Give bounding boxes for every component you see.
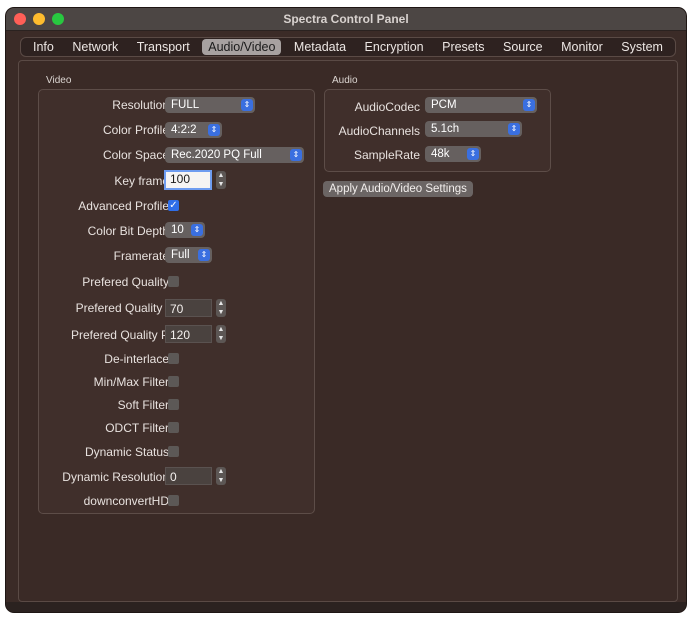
de-interlace-checkbox[interactable] — [168, 353, 179, 364]
window-title: Spectra Control Panel — [283, 12, 409, 26]
tab-bar: Info Network Transport Audio/Video Metad… — [20, 37, 676, 57]
soft-filter-checkbox[interactable] — [168, 399, 179, 410]
dynamic-resolution-stepper[interactable]: ▲ ▼ — [216, 467, 226, 485]
dynamic-resolution-label: Dynamic Resolution — [62, 470, 169, 484]
prefered-quality-i-field[interactable]: 70 — [165, 299, 212, 317]
advanced-profile-checkbox[interactable]: ✓ — [168, 200, 179, 211]
audio-codec-value: PCM — [431, 99, 457, 111]
color-bit-depth-value: 10 — [171, 224, 184, 236]
color-bit-depth-label: Color Bit Depth — [87, 224, 169, 238]
key-frame-field[interactable]: 100 — [164, 170, 212, 190]
soft-filter-label: Soft Filter — [117, 398, 169, 412]
color-space-value: Rec.2020 PQ Full — [171, 149, 262, 161]
sample-rate-value: 48k — [431, 148, 450, 160]
advanced-profile-label: Advanced Profile — [78, 199, 169, 213]
downconverthd-checkbox[interactable] — [168, 495, 179, 506]
tab-info[interactable]: Info — [27, 39, 60, 55]
key-frame-stepper[interactable]: ▲ ▼ — [216, 171, 226, 189]
audio-channels-label: AudioChannels — [338, 124, 420, 138]
tab-system[interactable]: System — [615, 39, 669, 55]
tab-network[interactable]: Network — [66, 39, 124, 55]
prefered-quality-label: Prefered Quality — [82, 275, 169, 289]
tab-metadata[interactable]: Metadata — [288, 39, 352, 55]
key-frame-label: Key frame — [114, 174, 169, 188]
audio-channels-value: 5.1ch — [431, 123, 460, 135]
up-down-chevron-icon: ⇕ — [508, 123, 520, 135]
framerate-label: Framerate — [113, 249, 169, 263]
tab-audio-video[interactable]: Audio/Video — [202, 39, 282, 55]
tab-encryption[interactable]: Encryption — [359, 39, 430, 55]
up-down-chevron-icon: ⇕ — [467, 148, 479, 160]
prefered-quality-i-stepper[interactable]: ▲ ▼ — [216, 299, 226, 317]
de-interlace-label: De-interlace — [104, 352, 169, 366]
downconverthd-label: downconvertHD — [83, 494, 169, 508]
prefered-quality-i-label: Prefered Quality I — [75, 301, 169, 315]
tab-source[interactable]: Source — [497, 39, 549, 55]
color-profile-value: 4:2:2 — [171, 124, 197, 136]
tab-transport[interactable]: Transport — [131, 39, 196, 55]
dynamic-status-label: Dynamic Status — [84, 445, 169, 459]
status-bar — [6, 602, 686, 612]
color-bit-depth-popup[interactable]: 10 ⇕ — [165, 222, 205, 238]
checkmark-icon: ✓ — [169, 200, 178, 211]
app-window: Spectra Control Panel Info Network Trans… — [6, 8, 686, 612]
prefered-quality-p-field[interactable]: 120 — [165, 325, 212, 343]
dynamic-resolution-field[interactable]: 0 — [165, 467, 212, 485]
tab-content-pane: Video Resolution FULL ⇕ Color Profile 4:… — [18, 60, 678, 602]
tab-presets[interactable]: Presets — [436, 39, 490, 55]
audio-channels-popup[interactable]: 5.1ch ⇕ — [425, 121, 522, 137]
apply-audio-video-settings-button[interactable]: Apply Audio/Video Settings — [323, 181, 473, 197]
tab-monitor[interactable]: Monitor — [555, 39, 609, 55]
odct-filter-label: ODCT Filter — [105, 421, 169, 435]
dynamic-status-checkbox[interactable] — [168, 446, 179, 457]
video-groupbox: Resolution FULL ⇕ Color Profile 4:2:2 ⇕ … — [38, 89, 315, 514]
min-max-filter-checkbox[interactable] — [168, 376, 179, 387]
sample-rate-label: SampleRate — [353, 148, 420, 162]
color-profile-popup[interactable]: 4:2:2 ⇕ — [165, 122, 222, 138]
odct-filter-checkbox[interactable] — [168, 422, 179, 433]
audio-codec-popup[interactable]: PCM ⇕ — [425, 97, 537, 113]
prefered-quality-p-label: Prefered Quality P — [70, 328, 169, 342]
up-down-chevron-icon: ⇕ — [523, 99, 535, 111]
audio-groupbox: AudioCodec PCM ⇕ AudioChannels 5.1ch ⇕ S… — [324, 89, 551, 172]
audio-codec-label: AudioCodec — [354, 100, 420, 114]
color-space-label: Color Space — [102, 148, 169, 162]
video-group-title: Video — [46, 75, 72, 86]
resolution-popup[interactable]: FULL ⇕ — [165, 97, 255, 113]
up-down-chevron-icon: ⇕ — [208, 124, 220, 136]
titlebar: Spectra Control Panel — [6, 8, 686, 31]
framerate-value: Full — [171, 249, 190, 261]
framerate-popup[interactable]: Full ⇕ — [165, 247, 212, 263]
sample-rate-popup[interactable]: 48k ⇕ — [425, 146, 481, 162]
resolution-value: FULL — [171, 99, 200, 111]
resolution-label: Resolution — [112, 98, 169, 112]
min-max-filter-label: Min/Max Filter — [93, 375, 169, 389]
audio-group-title: Audio — [332, 75, 358, 86]
up-down-chevron-icon: ⇕ — [198, 249, 210, 261]
color-space-popup[interactable]: Rec.2020 PQ Full ⇕ — [165, 147, 304, 163]
up-down-chevron-icon: ⇕ — [290, 149, 302, 161]
color-profile-label: Color Profile — [102, 123, 169, 137]
prefered-quality-checkbox[interactable] — [168, 276, 179, 287]
up-down-chevron-icon: ⇕ — [191, 224, 203, 236]
up-down-chevron-icon: ⇕ — [241, 99, 253, 111]
prefered-quality-p-stepper[interactable]: ▲ ▼ — [216, 325, 226, 343]
